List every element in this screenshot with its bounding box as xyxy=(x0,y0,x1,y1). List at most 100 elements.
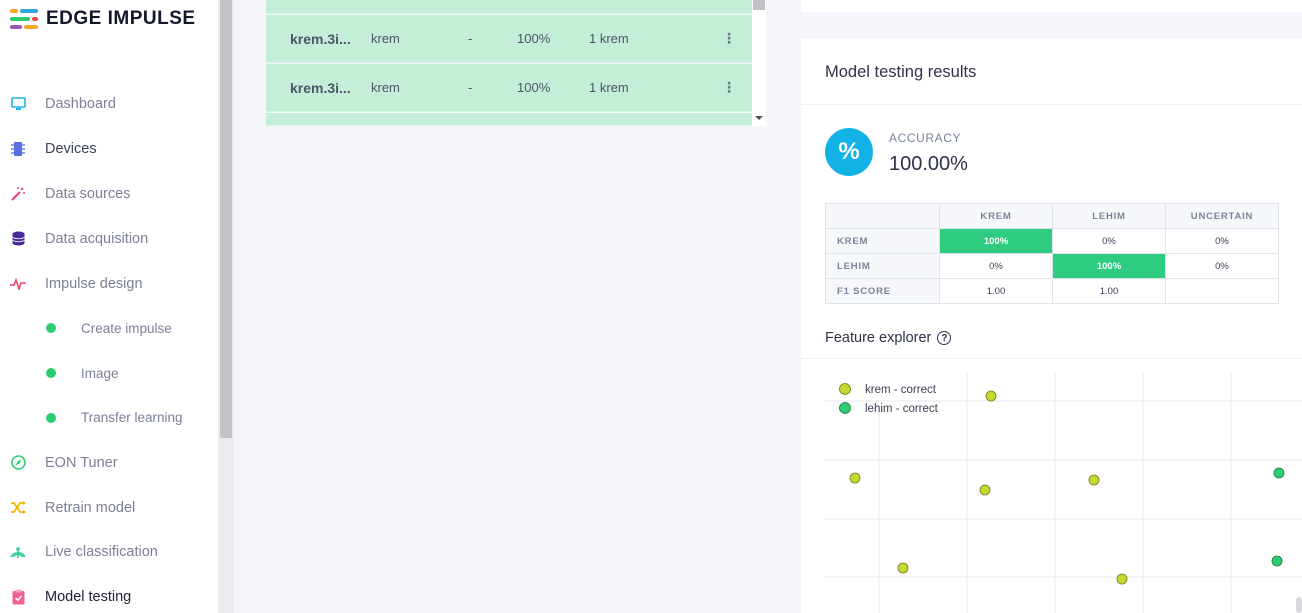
feature-explorer-plot[interactable]: krem - correct lehim - correct xyxy=(801,359,1302,613)
table-row[interactable]: krem.3i... krem - 100% 1 krem ⋮ xyxy=(266,15,752,63)
kebab-menu-icon[interactable]: ⋮ xyxy=(722,30,736,47)
test-samples-table: krem.3i... krem - 100% 1 krem ⋮ krem.3i.… xyxy=(266,0,766,126)
f1-score-cell: 1.00 xyxy=(939,278,1053,304)
sample-result: 1 krem xyxy=(589,80,629,95)
status-dot-icon xyxy=(46,412,56,423)
pulse-icon xyxy=(10,276,26,292)
sidebar-scrollbar-thumb[interactable] xyxy=(220,0,232,438)
matrix-row-header: F1 SCORE xyxy=(825,278,940,304)
table-row[interactable] xyxy=(266,0,752,14)
f1-score-cell: 1.00 xyxy=(1052,278,1166,304)
feature-explorer-heading: Feature explorer ? xyxy=(825,330,952,346)
matrix-column-header: UNCERTAIN xyxy=(1165,203,1279,229)
card-title: Model testing results xyxy=(825,63,977,81)
sidebar-item-create-impulse[interactable]: Create impulse xyxy=(0,306,218,351)
sidebar-item-live-classification[interactable]: Live classification xyxy=(0,530,218,575)
page-scrollbar-thumb[interactable] xyxy=(1296,597,1302,613)
scatter-plot[interactable]: krem - correct lehim - correct xyxy=(801,359,1302,613)
brand-name: EDGE IMPULSE xyxy=(46,8,196,29)
sample-result: 1 krem xyxy=(589,31,629,46)
kebab-menu-icon[interactable]: ⋮ xyxy=(722,79,736,96)
sidebar-item-label: Live classification xyxy=(45,544,158,561)
sidebar-item-label: Model testing xyxy=(45,589,132,606)
matrix-cell: 0% xyxy=(1165,253,1279,279)
confusion-matrix: KREM LEHIM UNCERTAIN KREM 100% 0% 0% LEH… xyxy=(825,203,1279,304)
sidebar-item-image[interactable]: Image xyxy=(0,351,218,396)
legend-swatch-lehim xyxy=(839,402,851,414)
sidebar-item-label: EON Tuner xyxy=(45,454,118,471)
sidebar-item-label: Devices xyxy=(45,141,97,158)
sample-expected-label: krem xyxy=(371,80,400,95)
shuffle-icon xyxy=(10,500,26,516)
sidebar-item-label: Create impulse xyxy=(81,320,172,336)
sidebar-item-label: Transfer learning xyxy=(81,410,183,426)
table-row[interactable] xyxy=(266,113,752,126)
matrix-corner xyxy=(825,203,940,229)
signal-icon xyxy=(10,544,26,560)
matrix-cell: 0% xyxy=(1165,228,1279,254)
legend-swatch-krem xyxy=(839,383,851,395)
percent-icon: % xyxy=(825,128,873,176)
edge-impulse-logo-icon xyxy=(10,8,38,30)
feature-explorer-title: Feature explorer xyxy=(825,330,932,346)
sidebar-item-transfer-learning[interactable]: Transfer learning xyxy=(0,396,218,441)
clipboard-check-icon xyxy=(10,589,26,605)
data-point[interactable] xyxy=(985,390,997,402)
sidebar-item-label: Data acquisition xyxy=(45,230,149,247)
table-scrollbar[interactable] xyxy=(752,0,766,126)
accuracy-label: ACCURACY xyxy=(889,131,962,145)
sidebar-item-data-sources[interactable]: Data sources xyxy=(0,172,218,217)
matrix-cell: 0% xyxy=(939,253,1053,279)
sample-name[interactable]: krem.3i... xyxy=(290,80,351,96)
magic-wand-icon xyxy=(10,186,26,202)
sample-accuracy: 100% xyxy=(517,31,551,46)
monitor-icon xyxy=(10,96,26,112)
compass-icon xyxy=(10,455,26,471)
sidebar-item-label: Data sources xyxy=(45,185,131,202)
matrix-row-header: LEHIM xyxy=(825,253,940,279)
chip-icon xyxy=(10,141,26,157)
matrix-row-header: KREM xyxy=(825,228,940,254)
legend-label-krem: krem - correct xyxy=(865,384,937,396)
data-point[interactable] xyxy=(1088,474,1100,486)
data-point[interactable] xyxy=(849,472,861,484)
table-row[interactable]: krem.3i... krem - 100% 1 krem ⋮ xyxy=(266,64,752,112)
sidebar-item-devices[interactable]: Devices xyxy=(0,127,218,172)
sidebar-item-eon-tuner[interactable]: EON Tuner xyxy=(0,440,218,485)
previous-card xyxy=(801,0,1302,12)
f1-score-cell xyxy=(1165,278,1279,304)
data-point[interactable] xyxy=(1273,467,1285,479)
sidebar-item-model-testing[interactable]: Model testing xyxy=(0,575,218,613)
sidebar-item-data-acquisition[interactable]: Data acquisition xyxy=(0,216,218,261)
sidebar-item-label: Impulse design xyxy=(45,275,143,292)
sidebar-item-dashboard[interactable]: Dashboard xyxy=(0,82,218,127)
sidebar-item-retrain-model[interactable]: Retrain model xyxy=(0,485,218,530)
sidebar-nav: Dashboard Devices Data sources Data acqu… xyxy=(0,82,218,613)
matrix-column-header: KREM xyxy=(939,203,1053,229)
sidebar-item-impulse-design[interactable]: Impulse design xyxy=(0,261,218,306)
sample-expected-label: krem xyxy=(371,31,400,46)
plot-legend: krem - correct lehim - correct xyxy=(839,383,939,415)
sidebar: EDGE IMPULSE Dashboard Devices Data sour… xyxy=(0,0,218,613)
legend-label-lehim: lehim - correct xyxy=(865,403,939,415)
sample-accuracy: 100% xyxy=(517,80,551,95)
sidebar-item-label: Retrain model xyxy=(45,499,136,516)
logo[interactable]: EDGE IMPULSE xyxy=(10,8,196,30)
sidebar-item-label: Dashboard xyxy=(45,96,116,113)
table-scrollbar-thumb[interactable] xyxy=(753,0,765,10)
data-point[interactable] xyxy=(1116,573,1128,585)
matrix-column-header: LEHIM xyxy=(1052,203,1166,229)
sample-name[interactable]: krem.3i... xyxy=(290,31,351,47)
data-point[interactable] xyxy=(979,484,991,496)
matrix-cell: 0% xyxy=(1052,228,1166,254)
sample-length: - xyxy=(468,80,473,95)
scroll-down-arrow-icon[interactable] xyxy=(755,116,763,120)
data-point[interactable] xyxy=(897,562,909,574)
status-dot-icon xyxy=(46,368,56,379)
data-point[interactable] xyxy=(1271,555,1283,567)
model-testing-results-card: Model testing results % ACCURACY 100.00%… xyxy=(801,39,1302,613)
matrix-cell: 100% xyxy=(1052,253,1166,279)
help-icon[interactable]: ? xyxy=(937,331,952,345)
status-dot-icon xyxy=(46,323,56,334)
sample-length: - xyxy=(468,31,473,46)
